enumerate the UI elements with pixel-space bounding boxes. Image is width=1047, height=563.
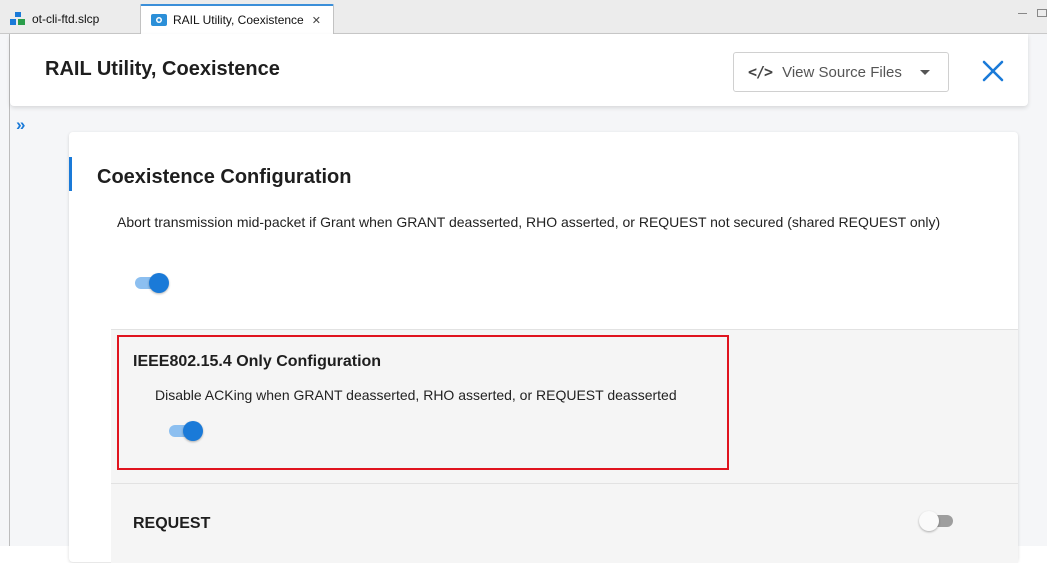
- editor-area: RAIL Utility, Coexistence </> View Sourc…: [0, 34, 1047, 563]
- tab-ot-cli-ftd[interactable]: ot-cli-ftd.slcp: [0, 4, 132, 34]
- view-source-files-button[interactable]: </> View Source Files: [733, 52, 949, 92]
- ieee-section-title: IEEE802.15.4 Only Configuration: [133, 353, 382, 370]
- project-icon: [10, 12, 25, 25]
- divider: [9, 34, 10, 546]
- component-header: RAIL Utility, Coexistence </> View Sourc…: [10, 34, 1028, 106]
- configuration-card: Coexistence Configuration Abort transmis…: [69, 132, 1018, 563]
- tab-label: RAIL Utility, Coexistence: [173, 13, 304, 27]
- editor-tab-bar: ot-cli-ftd.slcp RAIL Utility, Coexistenc…: [0, 0, 1047, 34]
- divider: [111, 483, 1018, 484]
- maximize-icon[interactable]: [1037, 9, 1047, 17]
- tab-close-icon[interactable]: ✕: [312, 14, 321, 27]
- abort-transmission-toggle[interactable]: [133, 273, 169, 293]
- minimize-icon[interactable]: [1018, 13, 1027, 14]
- component-icon: [151, 14, 167, 26]
- close-icon[interactable]: [976, 54, 1010, 88]
- tab-label: ot-cli-ftd.slcp: [32, 12, 100, 26]
- disable-acking-toggle[interactable]: [167, 421, 203, 441]
- request-toggle[interactable]: [919, 511, 955, 531]
- toggle-thumb: [149, 273, 169, 293]
- chevron-down-icon: [919, 69, 930, 75]
- abort-option-label: Abort transmission mid-packet if Grant w…: [117, 214, 941, 230]
- code-icon: </>: [748, 63, 773, 81]
- section-accent: [69, 157, 72, 191]
- toggle-thumb: [919, 511, 939, 531]
- disable-acking-label: Disable ACKing when GRANT deasserted, RH…: [155, 387, 677, 403]
- toggle-thumb: [183, 421, 203, 441]
- expand-panel-icon[interactable]: »: [16, 116, 25, 133]
- subsection-panel: IEEE802.15.4 Only Configuration Disable …: [111, 329, 1018, 563]
- request-section-title: REQUEST: [133, 515, 211, 532]
- page-title: RAIL Utility, Coexistence: [45, 58, 280, 80]
- section-title: Coexistence Configuration: [97, 166, 352, 188]
- tab-rail-utility-coexistence[interactable]: RAIL Utility, Coexistence ✕: [140, 4, 334, 34]
- view-source-label: View Source Files: [782, 63, 902, 81]
